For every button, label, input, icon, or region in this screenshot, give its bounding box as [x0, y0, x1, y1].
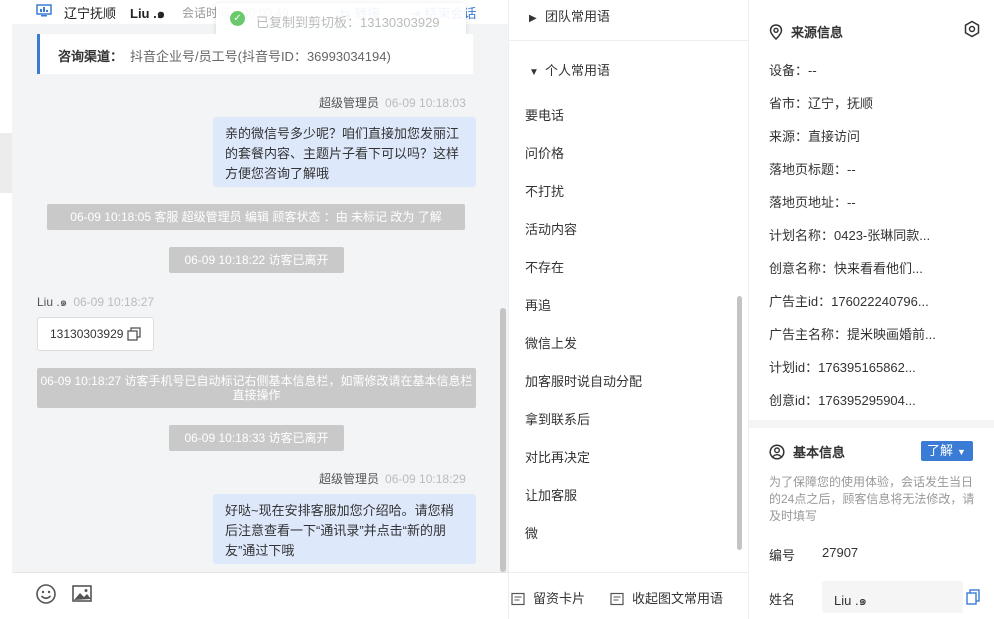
copy-toast: ✓ 已复制到剪切板：13130303929: [216, 3, 466, 37]
field-advertiser-id: 广告主id：176022240796...: [769, 294, 929, 309]
field-advertiser-name: 广告主名称：提米映画婚前...: [769, 327, 936, 342]
personal-phrases-title: 个人常用语: [545, 63, 611, 78]
left-edge-strip: [0, 133, 12, 193]
field-province: 省市：辽宁，抚顺: [769, 96, 874, 111]
field-plan-id: 计划id：176395165862...: [769, 360, 916, 375]
basic-info-header: 基本信息: [769, 442, 845, 461]
agent-message-meta: 超级管理员 06-09 10:18:03: [319, 94, 466, 111]
id-value: 27907: [822, 545, 859, 560]
phrase-item[interactable]: 拿到联系后: [525, 409, 590, 428]
field-creative-id: 创意id：176395295904...: [769, 393, 916, 408]
phrase-item[interactable]: 要电话: [525, 105, 564, 124]
sender-name: 超级管理员: [319, 96, 380, 110]
field-plan-name: 计划名称：0423-张琳同款...: [769, 228, 931, 243]
system-message: 06-09 10:18:27 访客手机号已自动标记右侧基本信息栏，如需修改请在基…: [37, 368, 476, 408]
monitor-icon: [36, 4, 52, 17]
system-message: 06-09 10:18:22 访客已离开: [169, 247, 344, 273]
copy-icon[interactable]: [127, 327, 141, 341]
section-divider: [749, 420, 994, 428]
phrase-item[interactable]: 活动内容: [525, 219, 577, 238]
caret-down-icon: ▼: [957, 447, 966, 457]
emoji-icon[interactable]: [35, 583, 57, 605]
message-icon: [610, 592, 624, 606]
field-landing-title: 落地页标题：--: [769, 162, 856, 177]
basic-info-title: 基本信息: [793, 445, 846, 460]
chat-scrollbar[interactable]: [500, 308, 506, 572]
team-phrases-group[interactable]: ▶ 团队常用语: [529, 6, 610, 25]
visitor-message-meta: Liu .๑ 06-09 10:18:27: [37, 293, 154, 312]
copy-icon[interactable]: [966, 589, 980, 605]
visitor-city: 辽宁抚顺: [64, 6, 117, 21]
channel-value: 抖音企业号/员工号(抖音号ID：36993034194): [130, 49, 391, 64]
phrase-footer: 留资卡片 收起图文常用语: [509, 572, 749, 619]
lead-card-button[interactable]: 留资卡片: [511, 588, 585, 607]
customer-info-panel: 来源信息 设备：-- 省市：辽宁，抚顺 来源：直接访问 落地页标题：-- 落地页…: [748, 0, 994, 619]
image-icon[interactable]: [71, 583, 93, 605]
caret-down-icon: ▼: [529, 67, 539, 78]
location-pin-icon: [769, 24, 783, 41]
customer-status-value: 了解: [927, 443, 954, 458]
chat-toolbar: [12, 572, 508, 619]
agent-message-bubble: 亲的微信号多少呢？咱们直接加您发丽江的套餐内容、主题片子看下可以吗？这样方便您咨…: [213, 117, 476, 187]
phrase-item[interactable]: 对比再决定: [525, 447, 590, 466]
phrase-item[interactable]: 微信上发: [525, 333, 577, 352]
customer-status-dropdown[interactable]: 了解 ▼: [921, 441, 973, 461]
agent-message-bubble: 好哒~现在安排客服加您介绍哈。请您稍后注意查看一下“通讯录”并点击“新的朋友”通…: [213, 494, 476, 564]
phrase-item[interactable]: 再追: [525, 295, 551, 314]
field-device: 设备：--: [769, 63, 817, 78]
settings-icon[interactable]: [963, 20, 981, 38]
visitor-name: Liu .๑: [130, 6, 165, 21]
toast-text: 已复制到剪切板：13130303929: [256, 15, 440, 30]
name-field[interactable]: Liu .๑: [822, 581, 963, 613]
visitor-message-bubble[interactable]: 13130303929: [37, 317, 154, 351]
message-time: 06-09 10:18:03: [385, 96, 466, 110]
divider: [509, 40, 749, 41]
message-time: 06-09 10:18:29: [385, 472, 466, 486]
field-origin: 来源：直接访问: [769, 129, 861, 144]
sender-name: 超级管理员: [319, 472, 380, 486]
field-creative-name: 创意名称：快来看看他们...: [769, 261, 923, 276]
name-value: Liu .๑: [834, 593, 867, 608]
visitor-phone: 13130303929: [50, 327, 124, 341]
phrase-item[interactable]: 加客服时说自动分配: [525, 371, 642, 390]
collapse-phrases-label: 收起图文常用语: [632, 591, 724, 606]
field-landing-url: 落地页地址：--: [769, 195, 856, 210]
lead-card-label: 留资卡片: [533, 591, 586, 606]
phrase-item[interactable]: 不存在: [525, 257, 564, 276]
system-message: 06-09 10:18:33 访客已离开: [169, 425, 344, 451]
phrase-item[interactable]: 微: [525, 523, 538, 542]
phrase-panel: ▶ 团队常用语 ▼ 个人常用语 要电话 问价格 不打扰 活动内容 不存在 再追 微信…: [508, 0, 749, 619]
team-phrases-title: 团队常用语: [545, 9, 611, 24]
source-info-title: 来源信息: [791, 25, 844, 40]
source-info-header: 来源信息: [769, 22, 843, 41]
id-label: 编号: [769, 548, 796, 563]
caret-right-icon: ▶: [529, 13, 537, 24]
phrase-item[interactable]: 让加客服: [525, 485, 577, 504]
collapse-phrases-button[interactable]: 收起图文常用语: [610, 588, 723, 607]
channel-label: 咨询渠道：: [58, 49, 124, 64]
sender-name: Liu .๑: [37, 295, 68, 309]
check-circle-icon: ✓: [230, 11, 245, 26]
system-message: 06-09 10:18:05 客服 超级管理员 编辑 顾客状态 ：由 未标记 改…: [47, 204, 465, 230]
personal-phrases-group[interactable]: ▼ 个人常用语: [529, 60, 610, 79]
consult-channel-card: 咨询渠道： 抖音企业号/员工号(抖音号ID：36993034194): [37, 34, 473, 74]
message-time: 06-09 10:18:27: [73, 295, 155, 309]
name-label: 姓名: [769, 592, 796, 607]
phrase-scrollbar[interactable]: [737, 296, 742, 550]
edit-notice: 为了保障您的使用体验，会话发生当日的24点之后，顾客信息将无法修改，请及时填写: [769, 475, 975, 523]
phrase-item[interactable]: 问价格: [525, 143, 564, 162]
agent-message-meta: 超级管理员 06-09 10:18:29: [319, 470, 466, 487]
user-circle-icon: [769, 444, 785, 460]
card-icon: [511, 592, 525, 606]
phrase-item[interactable]: 不打扰: [525, 181, 564, 200]
